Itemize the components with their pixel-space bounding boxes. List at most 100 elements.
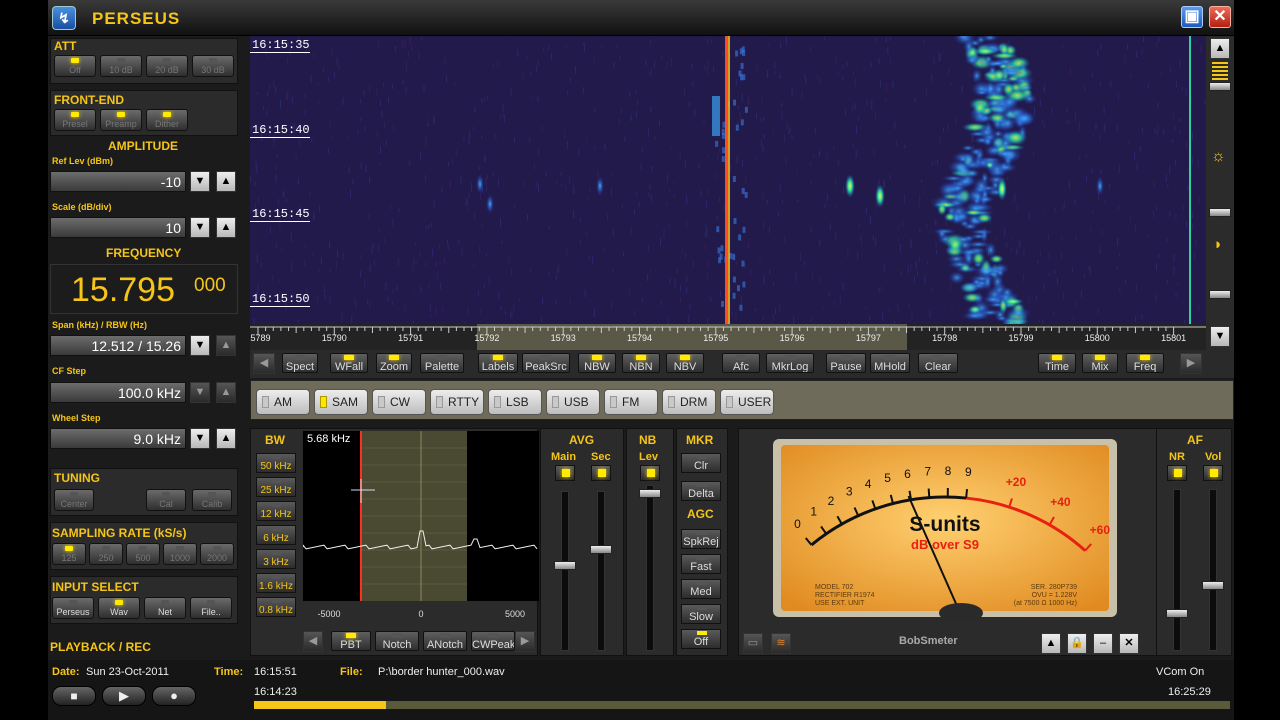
toolbar-nbv-button[interactable]: NBV [666,353,704,373]
filter-notch-button[interactable]: Notch [375,631,419,651]
bw-button-5[interactable]: 1.6 kHz [256,573,296,593]
bw-button-1[interactable]: 25 kHz [256,477,296,497]
smeter-window-button[interactable]: ▭ [743,633,763,654]
wheel-step-up-button[interactable]: ▲ [216,428,236,449]
sampling-rate-button-3[interactable]: 1000 [163,543,197,565]
af-vol-knob[interactable] [1202,581,1224,590]
scale-up-button[interactable]: ▲ [216,217,236,238]
cf-step-field[interactable]: 100.0 kHz [50,382,186,403]
avg-sec-knob[interactable] [590,545,612,554]
bw-button-3[interactable]: 6 kHz [256,525,296,545]
ref-level-down-button[interactable]: ▼ [190,171,210,192]
avg-main-knob[interactable] [554,561,576,570]
bw-button-6[interactable]: 0.8 kHz [256,597,296,617]
scale-down-button[interactable]: ▼ [190,217,210,238]
toolbar-clear-button[interactable]: Clear [918,353,958,373]
mode-fm-button[interactable]: FM [604,389,658,415]
toolbar-labels-button[interactable]: Labels [478,353,518,373]
minimize-button[interactable]: ▣ [1181,6,1203,28]
avg-main-slider[interactable] [561,491,569,651]
sampling-rate-button-0[interactable]: 125 [52,543,86,565]
att-button-1[interactable]: 10 dB [100,55,142,77]
frontend-button-1[interactable]: Preamp [100,109,142,131]
tuning-calib-button[interactable]: Calib [192,489,232,511]
toolbar-mix-button[interactable]: Mix [1082,353,1118,373]
toolbar-right-arrow[interactable]: ▶ [1180,353,1202,374]
filter-spectrum-plot[interactable]: -5000 0 5000 [303,431,539,627]
avg-main-led[interactable] [555,465,575,481]
agc-spkrej-button[interactable]: SpkRej [681,529,721,549]
input-select-button-2[interactable]: Net [144,597,186,619]
mode-drm-button[interactable]: DRM [662,389,716,415]
cf-step-down-button[interactable]: ▼ [190,382,210,403]
toolbar-time-button[interactable]: Time [1038,353,1076,373]
mode-lsb-button[interactable]: LSB [488,389,542,415]
mkr-delta-button[interactable]: Delta [681,481,721,501]
span-field[interactable]: 12.512 / 15.26 [50,335,186,356]
frontend-button-2[interactable]: Dither [146,109,188,131]
nb-knob[interactable] [639,489,661,498]
smeter-rss-icon[interactable]: ≋ [771,633,791,654]
agc-off-button[interactable]: Off [681,629,721,649]
toolbar-spect-button[interactable]: Spect [282,353,318,373]
span-up-button[interactable]: ▲ [216,335,236,356]
smeter-up-button[interactable]: ▲ [1041,633,1061,654]
wf-scroll-up-button[interactable]: ▲ [1210,38,1230,59]
brightness-slider-knob[interactable] [1209,82,1231,91]
smeter-lock-button[interactable]: 🔒 [1067,633,1087,654]
af-nr-slider[interactable] [1173,489,1181,651]
toolbar-left-arrow[interactable]: ◀ [253,353,275,374]
avg-sec-slider[interactable] [597,491,605,651]
toolbar-zoom-button[interactable]: Zoom [376,353,412,373]
mode-rtty-button[interactable]: RTTY [430,389,484,415]
frontend-button-0[interactable]: Presel [54,109,96,131]
toolbar-nbw-button[interactable]: NBW [578,353,616,373]
att-button-3[interactable]: 30 dB [192,55,234,77]
mode-user-button[interactable]: USER [720,389,774,415]
filter-cwpeak-button[interactable]: CWPeak [471,631,515,651]
sampling-rate-button-1[interactable]: 250 [89,543,123,565]
toolbar-peaksrc-button[interactable]: PeakSrc [522,353,570,373]
smeter-close-button[interactable]: ✕ [1119,633,1139,654]
af-vol-led[interactable] [1203,465,1223,481]
sampling-rate-button-4[interactable]: 2000 [200,543,234,565]
contrast-slider-knob-2[interactable] [1209,290,1231,299]
smeter-minimize-button[interactable]: – [1093,633,1113,654]
toolbar-mhold-button[interactable]: MHold [870,353,910,373]
frequency-display[interactable]: 15.795 000 [50,264,238,314]
contrast-slider-knob-1[interactable] [1209,208,1231,217]
avg-sec-led[interactable] [591,465,611,481]
agc-fast-button[interactable]: Fast [681,554,721,574]
close-button[interactable]: ✕ [1209,6,1231,28]
ref-level-field[interactable]: -10 [50,171,186,192]
bw-button-2[interactable]: 12 kHz [256,501,296,521]
input-select-button-0[interactable]: Perseus [52,597,94,619]
bw-button-4[interactable]: 3 kHz [256,549,296,569]
input-select-button-1[interactable]: Wav [98,597,140,619]
tuning-cal-button[interactable]: Cal [146,489,186,511]
span-down-button[interactable]: ▼ [190,335,210,356]
agc-slow-button[interactable]: Slow [681,604,721,624]
wheel-step-field[interactable]: 9.0 kHz [50,428,186,449]
ref-level-up-button[interactable]: ▲ [216,171,236,192]
agc-med-button[interactable]: Med [681,579,721,599]
record-button[interactable]: ● [152,686,196,706]
tuning-center-button[interactable]: Center [54,489,94,511]
wheel-step-down-button[interactable]: ▼ [190,428,210,449]
cf-step-up-button[interactable]: ▲ [216,382,236,403]
toolbar-nbn-button[interactable]: NBN [622,353,660,373]
stop-button[interactable]: ■ [52,686,96,706]
af-nr-knob[interactable] [1166,609,1188,618]
frequency-axis[interactable]: 15789 15790 15791 15792 15793 15794 15795 15796… [250,324,1206,350]
filter-pbt-button[interactable]: PBT [331,631,371,651]
toolbar-freq-button[interactable]: Freq [1126,353,1164,373]
toolbar-wfall-button[interactable]: WFall [330,353,368,373]
mode-am-button[interactable]: AM [256,389,310,415]
input-select-button-3[interactable]: File.. [190,597,232,619]
mkr-clr-button[interactable]: Clr [681,453,721,473]
scale-field[interactable]: 10 [50,217,186,238]
nb-led[interactable] [640,465,660,481]
mode-cw-button[interactable]: CW [372,389,426,415]
att-button-2[interactable]: 20 dB [146,55,188,77]
af-nr-led[interactable] [1167,465,1187,481]
